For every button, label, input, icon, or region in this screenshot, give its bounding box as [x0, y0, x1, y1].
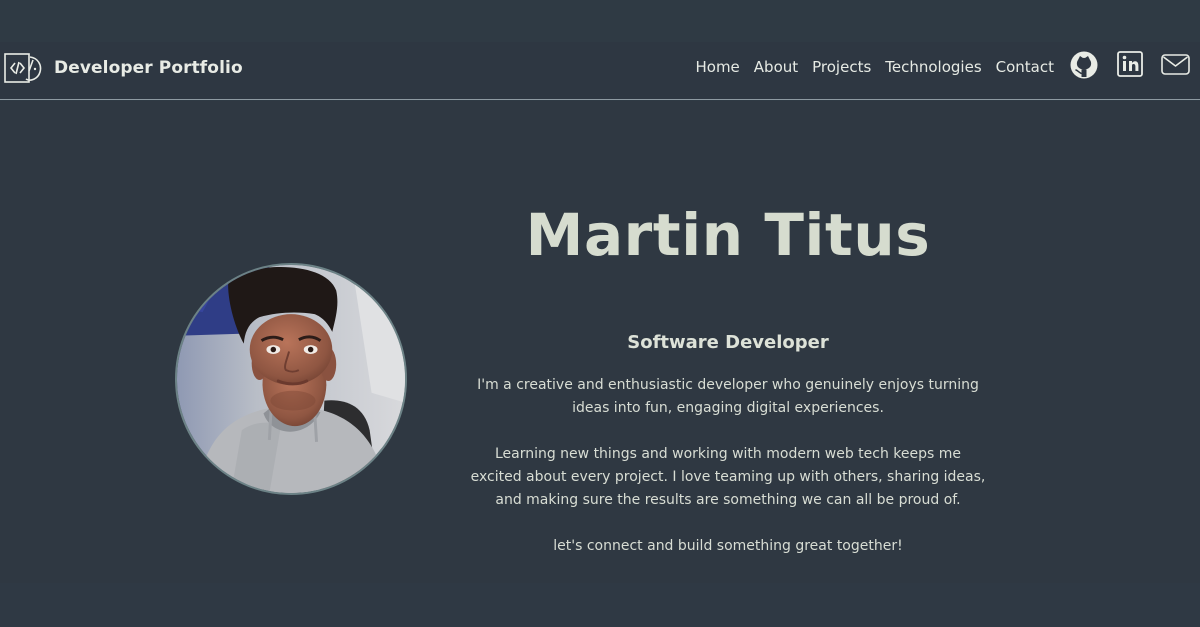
brand[interactable]: Developer Portfolio — [4, 50, 243, 86]
bottom-strip — [0, 583, 1200, 627]
nav-projects-link[interactable]: Projects — [812, 58, 871, 76]
profile-avatar — [175, 263, 407, 495]
github-icon — [1070, 51, 1098, 79]
code-logo-icon — [4, 53, 42, 83]
profile-photo — [177, 265, 405, 493]
main-nav: Home About Projects Technologies Contact — [695, 58, 1054, 76]
mail-link[interactable] — [1161, 53, 1190, 76]
bio-paragraph-1: I'm a creative and enthusiastic develope… — [477, 377, 979, 416]
github-link[interactable] — [1069, 50, 1099, 80]
portfolio-page: Developer Portfolio Home About Projects … — [0, 0, 1200, 627]
nav-contact-link[interactable]: Contact — [996, 58, 1054, 76]
top-strip — [0, 0, 1200, 42]
nav-home-link[interactable]: Home — [695, 58, 739, 76]
nav-about-link[interactable]: About — [754, 58, 798, 76]
mail-icon — [1161, 54, 1190, 75]
hero-bio: I'm a creative and enthusiastic develope… — [470, 374, 986, 558]
bio-paragraph-3: let's connect and build something great … — [553, 538, 903, 554]
navbar: Developer Portfolio Home About Projects … — [0, 42, 1200, 100]
hero-role: Software Developer — [627, 332, 829, 353]
hero-section: Martin Titus Software Developer I'm a cr… — [0, 101, 1200, 583]
nav-technologies-link[interactable]: Technologies — [885, 58, 981, 76]
brand-name: Developer Portfolio — [54, 58, 243, 78]
linkedin-icon — [1117, 51, 1143, 77]
linkedin-link[interactable] — [1116, 50, 1144, 78]
hero-name: Martin Titus — [525, 201, 931, 269]
bio-paragraph-2: Learning new things and working with mod… — [470, 446, 986, 508]
